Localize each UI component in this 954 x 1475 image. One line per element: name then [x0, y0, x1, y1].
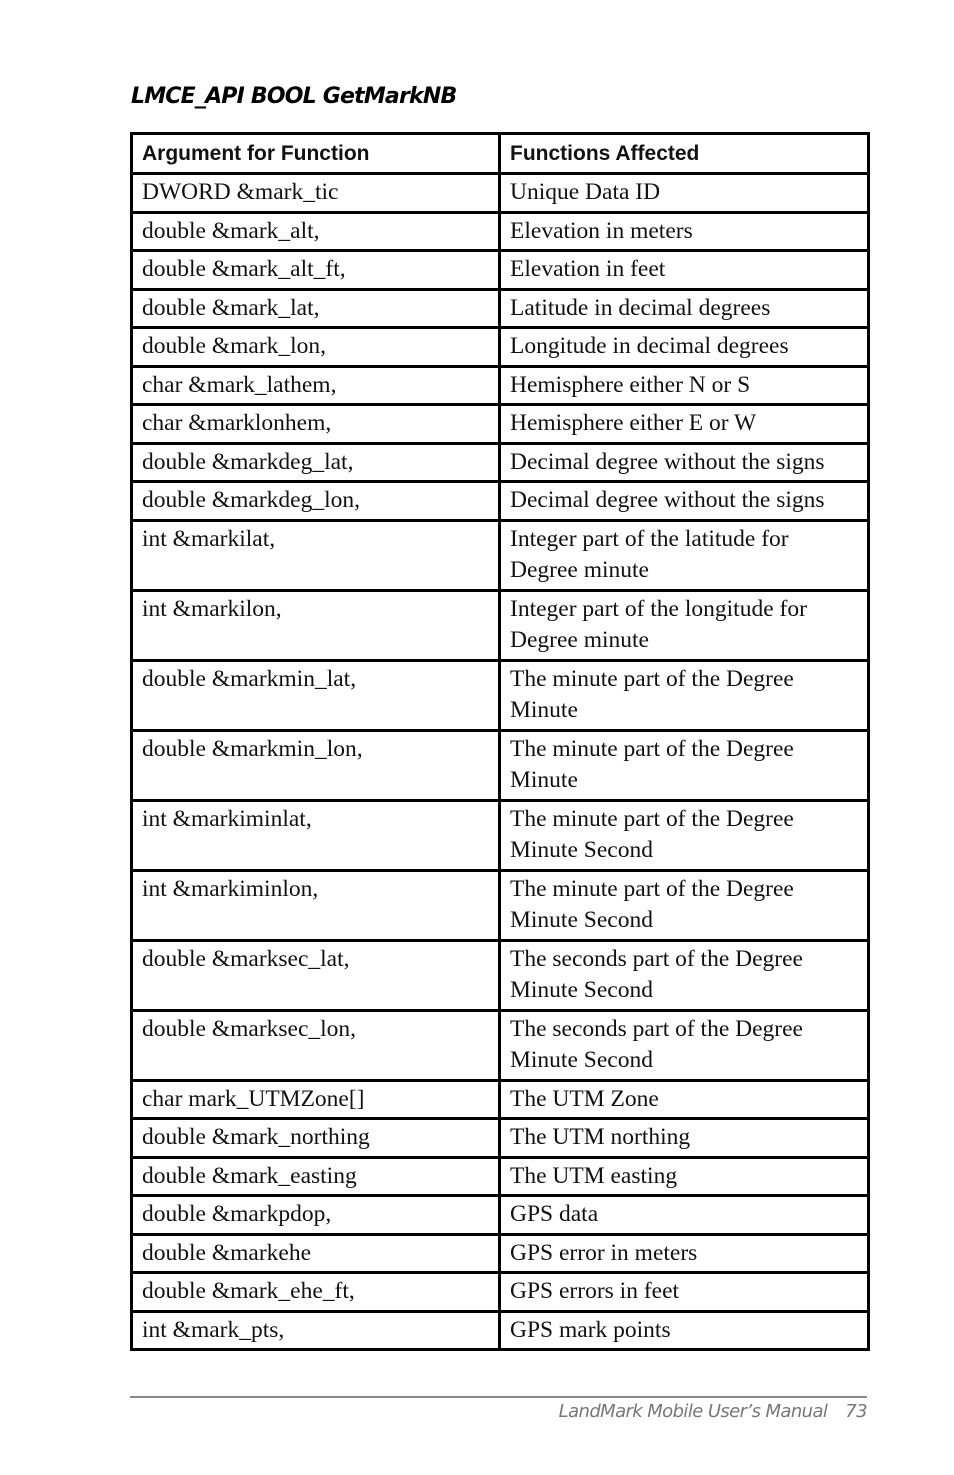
argument-cell: double &mark_lon,	[130, 326, 501, 368]
table-row: double &mark_ehe_ft, GPS errors in feet	[130, 1271, 870, 1313]
function-affected-cell: Decimal degree without the signs	[498, 441, 870, 483]
argument-cell: double &mark_easting	[130, 1155, 501, 1197]
function-affected-cell: Integer part of the longitude for Degree…	[498, 588, 870, 662]
argument-cell: DWORD &mark_tic	[130, 172, 501, 214]
table-row: double &markdeg_lon, Decimal degree witho…	[130, 480, 870, 522]
table-row: char &marklonhem, Hemisphere either E or …	[130, 403, 870, 445]
argument-cell: char mark_UTMZone[]	[130, 1078, 501, 1120]
argument-cell: double &marksec_lon,	[130, 1008, 501, 1082]
table-header-row: Argument for Function Functions Affected	[130, 132, 870, 175]
function-affected-cell: The UTM northing	[498, 1117, 870, 1159]
table-row: double &mark_lat, Latitude in decimal deg…	[130, 287, 870, 329]
argument-cell: double &markmin_lon,	[130, 728, 501, 802]
function-affected-cell: The seconds part of the Degree Minute Se…	[498, 938, 870, 1012]
function-affected-cell: Hemisphere either E or W	[498, 403, 870, 445]
manual-title: LandMark Mobile User’s Manual	[558, 1401, 828, 1422]
function-affected-cell: The UTM easting	[498, 1155, 870, 1197]
table-row: double &markpdop, GPS data	[130, 1194, 870, 1236]
table-row: double &mark_alt_ft, Elevation in feet	[130, 249, 870, 291]
page-number: 73	[845, 1401, 867, 1422]
argument-cell: double &markehe	[130, 1232, 501, 1274]
table-row: double &mark_easting The UTM easting	[130, 1155, 870, 1197]
table-row: double &markehe GPS error in meters	[130, 1232, 870, 1274]
function-affected-cell: The seconds part of the Degree Minute Se…	[498, 1008, 870, 1082]
table-row: double &markdeg_lat, Decimal degree witho…	[130, 441, 870, 483]
argument-cell: double &markmin_lat,	[130, 658, 501, 732]
function-affected-cell: The minute part of the Degree Minute Sec…	[498, 868, 870, 942]
argument-cell: int &markiminlat,	[130, 798, 501, 872]
table-row: double &marksec_lat, The seconds part of …	[130, 938, 870, 1012]
table-row: double &mark_northing The UTM northing	[130, 1117, 870, 1159]
function-heading: LMCE_API BOOL GetMarkNB	[131, 84, 457, 109]
function-affected-cell: Elevation in meters	[498, 210, 870, 252]
table-row: int &markilat, Integer part of the latitu…	[130, 518, 870, 592]
column-header-argument: Argument for Function	[130, 132, 501, 175]
argument-cell: int &mark_pts,	[130, 1309, 501, 1351]
function-affected-cell: GPS errors in feet	[498, 1271, 870, 1313]
function-affected-cell: GPS data	[498, 1194, 870, 1236]
argument-cell: double &mark_alt_ft,	[130, 249, 501, 291]
table-row: double &markmin_lon, The minute part of t…	[130, 728, 870, 802]
argument-cell: int &markilon,	[130, 588, 501, 662]
function-affected-cell: Hemisphere either N or S	[498, 364, 870, 406]
table-row: double &mark_alt, Elevation in meters	[130, 210, 870, 252]
function-affected-cell: GPS mark points	[498, 1309, 870, 1351]
page-footer: LandMark Mobile User’s Manual 73	[558, 1401, 868, 1422]
table-row: double &mark_lon, Longitude in decimal de…	[130, 326, 870, 368]
argument-cell: double &mark_ehe_ft,	[130, 1271, 501, 1313]
table-row: double &marksec_lon, The seconds part of …	[130, 1008, 870, 1082]
argument-cell: int &markiminlon,	[130, 868, 501, 942]
function-affected-cell: The minute part of the Degree Minute	[498, 658, 870, 732]
function-affected-cell: Longitude in decimal degrees	[498, 326, 870, 368]
argument-cell: double &markdeg_lat,	[130, 441, 501, 483]
function-affected-cell: Unique Data ID	[498, 172, 870, 214]
function-affected-cell: The minute part of the Degree Minute Sec…	[498, 798, 870, 872]
function-affected-cell: Decimal degree without the signs	[498, 480, 870, 522]
argument-cell: char &marklonhem,	[130, 403, 501, 445]
footer-divider	[130, 1396, 867, 1398]
column-header-functions-affected: Functions Affected	[498, 132, 870, 175]
argument-cell: int &markilat,	[130, 518, 501, 592]
argument-cell: double &markdeg_lon,	[130, 480, 501, 522]
function-affected-cell: Latitude in decimal degrees	[498, 287, 870, 329]
table-row: char mark_UTMZone[] The UTM Zone	[130, 1078, 870, 1120]
function-affected-cell: Integer part of the latitude for Degree …	[498, 518, 870, 592]
function-affected-cell: GPS error in meters	[498, 1232, 870, 1274]
argument-cell: double &mark_northing	[130, 1117, 501, 1159]
function-affected-cell: Elevation in feet	[498, 249, 870, 291]
argument-cell: double &marksec_lat,	[130, 938, 501, 1012]
function-affected-cell: The minute part of the Degree Minute	[498, 728, 870, 802]
table-row: int &markiminlon, The minute part of the …	[130, 868, 870, 942]
table-row: char &mark_lathem, Hemisphere either N or…	[130, 364, 870, 406]
argument-cell: double &mark_alt,	[130, 210, 501, 252]
table-row: int &markilon, Integer part of the longit…	[130, 588, 870, 662]
arguments-table: Argument for Function Functions Affected…	[130, 132, 870, 1351]
argument-cell: char &mark_lathem,	[130, 364, 501, 406]
argument-cell: double &mark_lat,	[130, 287, 501, 329]
table-row: int &markiminlat, The minute part of the …	[130, 798, 870, 872]
function-affected-cell: The UTM Zone	[498, 1078, 870, 1120]
table-row: double &markmin_lat, The minute part of t…	[130, 658, 870, 732]
argument-cell: double &markpdop,	[130, 1194, 501, 1236]
table-row: int &mark_pts, GPS mark points	[130, 1309, 870, 1351]
table-row: DWORD &mark_tic Unique Data ID	[130, 172, 870, 214]
